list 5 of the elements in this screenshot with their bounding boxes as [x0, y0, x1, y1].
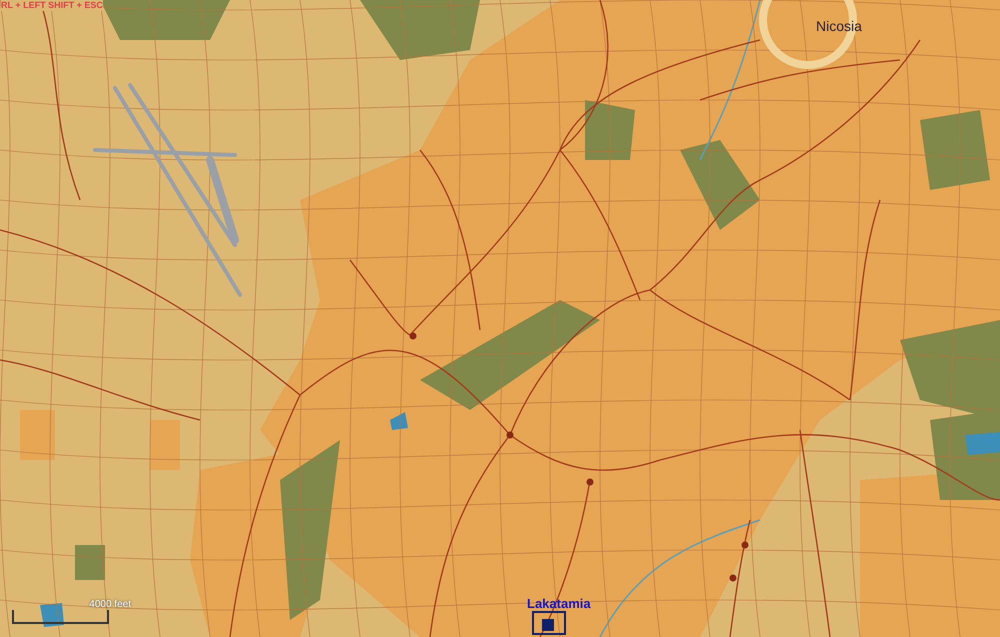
airfield-icon[interactable]: [532, 611, 566, 635]
shortcut-hint: RL + LEFT SHIFT + ESC: [1, 0, 103, 11]
airfield-label: Lakatamia: [527, 597, 591, 610]
scale-label: 4000 feet: [89, 600, 131, 610]
city-label: Nicosia: [816, 17, 862, 36]
